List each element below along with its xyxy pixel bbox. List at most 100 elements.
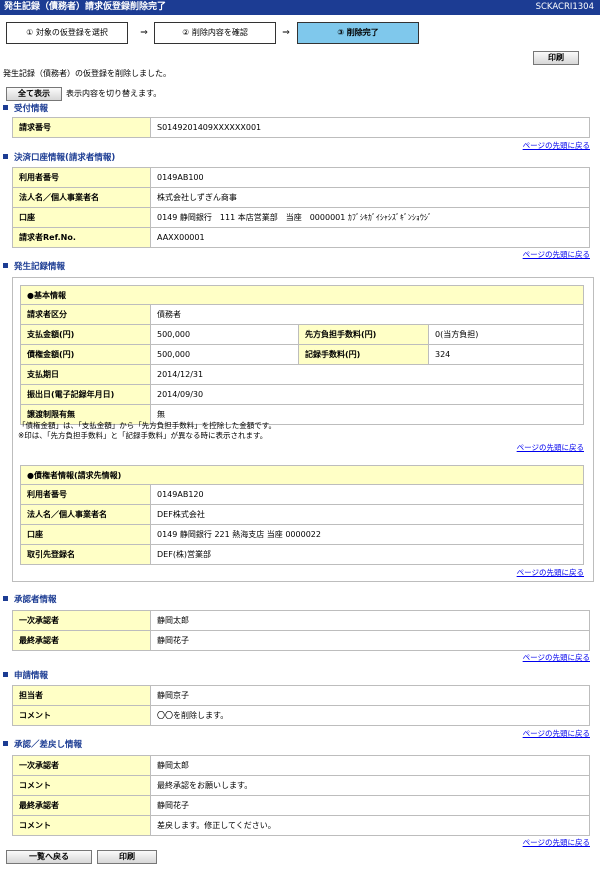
field-label: 債権金額(円) (20, 344, 151, 365)
toggle-hint: 表示内容を切り替えます。 (66, 89, 162, 98)
field-label: 法人名／個人事業者名 (12, 187, 151, 208)
section-heading: 承認／差戻し情報 (14, 740, 83, 750)
field-value: 〇〇を削除します。 (150, 705, 590, 726)
table-row: 支払期日 2014/12/31 (20, 364, 584, 385)
subsection-heading: ●基本情報 (20, 285, 584, 305)
field-value: 0149 静岡銀行 221 熱海支店 当座 0000022 (150, 524, 584, 545)
field-label: コメント (12, 815, 151, 836)
page-top-link[interactable]: ページの先頭に戻る (523, 652, 590, 663)
field-value: 2014/12/31 (150, 364, 584, 385)
section-heading: 受付情報 (14, 104, 49, 114)
section-settlement-account: 決済口座情報(請求者情報) (3, 153, 115, 163)
table-row: 一次承認者 静岡太郎 (12, 610, 590, 631)
section-approver-info: 承認者情報 (3, 595, 57, 605)
field-label: 取引先登録名 (20, 544, 151, 565)
field-value: 0(当方負担) (428, 324, 584, 345)
field-label: 記録手数料(円) (298, 344, 429, 365)
print-button-bottom[interactable]: 印刷 (97, 850, 157, 864)
application-info-table: 担当者 静岡京子 コメント 〇〇を削除します。 (12, 685, 590, 726)
step-3-current: ③ 削除完了 (297, 22, 419, 44)
back-to-list-button[interactable]: 一覧へ戻る (6, 850, 92, 864)
settlement-account-table: 利用者番号 0149AB100 法人名／個人事業者名 株式会社しずぎん商事 口座 01… (12, 167, 590, 248)
section-marker-icon (3, 596, 8, 601)
subsection-heading: ●債権者情報(請求先情報) (20, 465, 584, 485)
field-label: 利用者番号 (12, 167, 151, 188)
table-row: 請求者Ref.No. AAXX00001 (12, 227, 590, 248)
field-label: コメント (12, 705, 151, 726)
table-row: 法人名／個人事業者名 株式会社しずぎん商事 (12, 187, 590, 208)
field-value: 株式会社しずぎん商事 (150, 187, 590, 208)
field-value: 500,000 (150, 344, 299, 365)
title-bar: 発生記録（債務者）請求仮登録削除完了 SCKACRI1304 (0, 0, 600, 15)
section-marker-icon (3, 263, 8, 268)
page-top-link[interactable]: ページの先頭に戻る (517, 442, 584, 453)
field-value: 2014/09/30 (150, 384, 584, 405)
table-row: 口座 0149 静岡銀行 111 本店営業部 当座 0000001 ｶﾌﾞｼｷｶﾞ… (12, 207, 590, 228)
section-marker-icon (3, 105, 8, 110)
field-value: 静岡花子 (150, 630, 590, 651)
page-top-link[interactable]: ページの先頭に戻る (523, 140, 590, 151)
table-row: 取引先登録名 DEF(株)営業部 (20, 544, 584, 565)
step-1: ① 対象の仮登録を選択 (6, 22, 128, 44)
field-value: 債務者 (150, 304, 584, 325)
section-marker-icon (3, 672, 8, 677)
field-label: 利用者番号 (20, 484, 151, 505)
field-label: コメント (12, 775, 151, 796)
approver-info-table: 一次承認者 静岡太郎 最終承認者 静岡花子 (12, 610, 590, 651)
step-indicator: ① 対象の仮登録を選択 ⇒ ② 削除内容を確認 ⇒ ③ 削除完了 (6, 22, 419, 44)
basic-info-table: ●基本情報 請求者区分 債務者 支払金額(円) 500,000 先方負担手数料(円) 0… (20, 285, 584, 425)
field-label: 最終承認者 (12, 630, 151, 651)
field-value: 差戻します。修正してください。 (150, 815, 590, 836)
field-value: DEF株式会社 (150, 504, 584, 525)
field-value: AAXX00001 (150, 227, 590, 248)
page-top-link[interactable]: ページの先頭に戻る (523, 728, 590, 739)
field-label: 最終承認者 (12, 795, 151, 816)
creditor-info-table: ●債権者情報(請求先情報) 利用者番号 0149AB120 法人名／個人事業者名 D… (20, 465, 584, 565)
section-marker-icon (3, 154, 8, 159)
field-label: 先方負担手数料(円) (298, 324, 429, 345)
table-row: コメント 〇〇を削除します。 (12, 705, 590, 726)
field-label: 請求者区分 (20, 304, 151, 325)
table-row: 支払金額(円) 500,000 先方負担手数料(円) 0(当方負担) (20, 324, 584, 345)
completion-message: 発生記録（債務者）の仮登録を削除しました。 (3, 69, 171, 78)
page-top-link[interactable]: ページの先頭に戻る (523, 837, 590, 848)
page-top-link[interactable]: ページの先頭に戻る (523, 249, 590, 260)
print-button-top[interactable]: 印刷 (533, 51, 579, 65)
field-value: 最終承認をお願いします。 (150, 775, 590, 796)
note-asterisk: ※印は、「先方負担手数料」と「記録手数料」が異なる時に表示されます。 (18, 431, 268, 440)
table-row: 担当者 静岡京子 (12, 685, 590, 706)
table-row: 利用者番号 0149AB100 (12, 167, 590, 188)
field-label: 一次承認者 (12, 610, 151, 631)
table-row: 請求番号 S0149201409XXXXXX001 (12, 117, 590, 138)
table-row: 振出日(電子記録年月日) 2014/09/30 (20, 384, 584, 405)
field-label: 法人名／個人事業者名 (20, 504, 151, 525)
field-label: 支払金額(円) (20, 324, 151, 345)
field-value: 0149AB120 (150, 484, 584, 505)
field-value: 静岡花子 (150, 795, 590, 816)
table-row: ●基本情報 (20, 285, 584, 305)
field-label: 担当者 (12, 685, 151, 706)
field-value: 0149 静岡銀行 111 本店営業部 当座 0000001 ｶﾌﾞｼｷｶﾞｲｼ… (150, 207, 590, 228)
page-top-link[interactable]: ページの先頭に戻る (517, 567, 584, 578)
section-heading: 決済口座情報(請求者情報) (14, 153, 116, 163)
table-row: コメント 最終承認をお願いします。 (12, 775, 590, 796)
field-label: 口座 (20, 524, 151, 545)
step-2: ② 削除内容を確認 (154, 22, 276, 44)
section-record-info: 発生記録情報 (3, 262, 65, 272)
field-label: 口座 (12, 207, 151, 228)
section-request-info: 受付情報 (3, 104, 48, 114)
table-row: 請求者区分 債務者 (20, 304, 584, 325)
section-approval-return-info: 承認／差戻し情報 (3, 740, 82, 750)
field-value: S0149201409XXXXXX001 (150, 117, 590, 138)
section-application-info: 申請情報 (3, 671, 48, 681)
field-label: 請求番号 (12, 117, 151, 138)
show-all-button[interactable]: 全て表示 (6, 87, 62, 101)
screen-code: SCKACRI1304 (535, 2, 594, 12)
table-row: 最終承認者 静岡花子 (12, 795, 590, 816)
section-heading: 申請情報 (14, 671, 49, 681)
table-row: 一次承認者 静岡太郎 (12, 755, 590, 776)
table-row: 最終承認者 静岡花子 (12, 630, 590, 651)
field-value: 静岡太郎 (150, 610, 590, 631)
field-value: 0149AB100 (150, 167, 590, 188)
field-value: 静岡太郎 (150, 755, 590, 776)
